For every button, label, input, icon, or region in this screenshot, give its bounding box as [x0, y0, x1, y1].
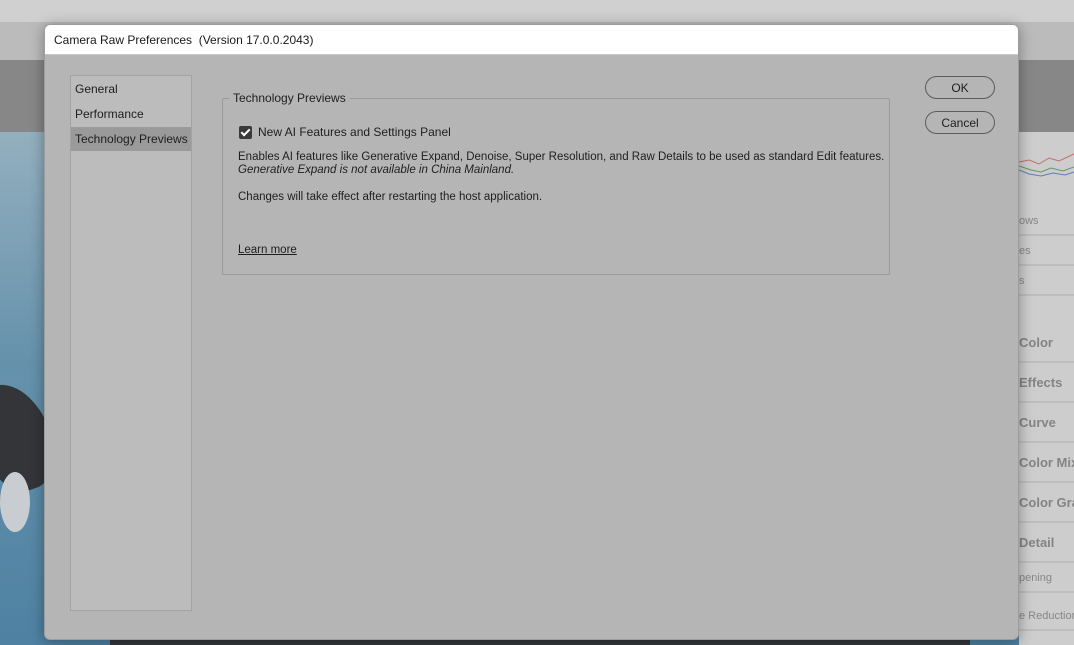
feature-description: Enables AI features like Generative Expa… [238, 151, 885, 163]
group-title: Technology Previews [229, 91, 350, 105]
technology-previews-group: Technology Previews New AI Features and … [222, 91, 890, 275]
nav-item-technology-previews[interactable]: Technology Previews [71, 127, 191, 151]
dialog-titlebar[interactable]: Camera Raw Preferences (Version 17.0.0.2… [45, 25, 1018, 55]
ok-button[interactable]: OK [925, 76, 995, 99]
availability-note: Generative Expand is not available in Ch… [238, 164, 515, 176]
nav-item-general[interactable]: General [71, 77, 191, 101]
preferences-nav-list: General Performance Technology Previews [70, 75, 192, 611]
dialog-title: Camera Raw Preferences (Version 17.0.0.2… [54, 33, 314, 47]
ai-features-checkbox-label[interactable]: New AI Features and Settings Panel [258, 125, 451, 139]
cancel-button[interactable]: Cancel [925, 111, 995, 134]
ai-features-checkbox[interactable] [239, 125, 252, 139]
preferences-dialog: Camera Raw Preferences (Version 17.0.0.2… [44, 24, 1019, 640]
nav-item-performance[interactable]: Performance [71, 102, 191, 126]
ai-features-checkbox-row[interactable]: New AI Features and Settings Panel [239, 124, 451, 140]
restart-notice: Changes will take effect after restartin… [238, 191, 543, 203]
learn-more-link[interactable]: Learn more [238, 244, 297, 257]
